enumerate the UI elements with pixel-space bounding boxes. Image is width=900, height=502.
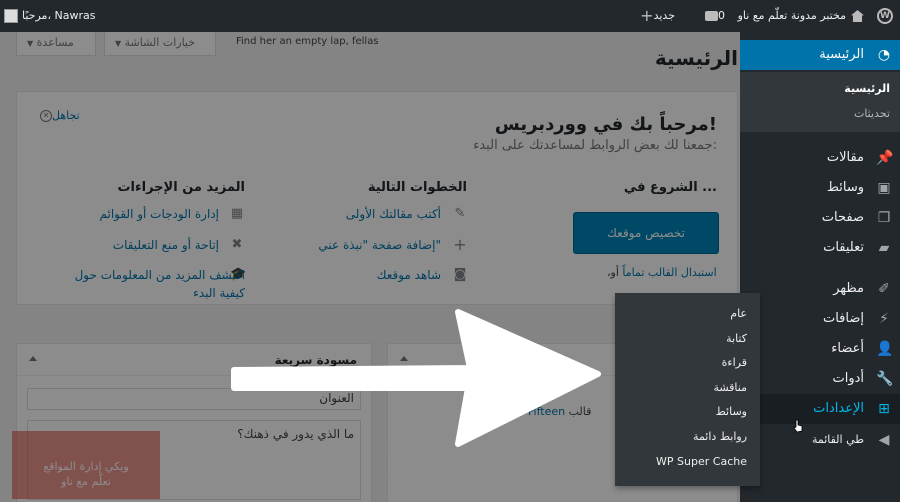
wp-logo-mark: W <box>877 8 893 24</box>
plugins-icon: ⚡ <box>879 311 889 327</box>
settings-flyout-menu: عام كتابة قراءة مناقشة وسائط روابط دائمة… <box>615 293 760 486</box>
wordpress-logo-icon[interactable]: W <box>874 0 896 32</box>
sidebar-item-label: صفحات <box>821 210 864 225</box>
sidebar-item-label: مقالات <box>826 150 864 165</box>
sidebar-item-media[interactable]: ▣ وسائط <box>740 173 900 203</box>
sidebar-item-comments[interactable]: ▰ تعليقات <box>740 233 900 263</box>
settings-permalinks-link[interactable]: روابط دائمة <box>693 430 747 443</box>
sidebar-item-plugins[interactable]: ⚡ إضافات <box>740 304 900 334</box>
users-icon: 👤 <box>876 341 894 357</box>
brush-icon: ✐ <box>878 281 890 297</box>
site-name-link[interactable]: مختبر مدونة تعلّم مع ناو <box>738 0 864 32</box>
sidebar-item-appearance[interactable]: ✐ مظهر <box>740 274 900 304</box>
greeting-label: مرحبًا، Nawras <box>22 9 96 22</box>
sidebar-item-pages[interactable]: ❐ صفحات <box>740 203 900 233</box>
media-icon: ▣ <box>877 180 891 196</box>
sidebar-item-label: الإعدادات <box>813 401 864 416</box>
sidebar-item-label: أعضاء <box>831 341 864 356</box>
sidebar-item-users[interactable]: 👤 أعضاء <box>740 334 900 364</box>
site-name-label: مختبر مدونة تعلّم مع ناو <box>737 9 846 22</box>
my-account-link[interactable]: مرحبًا، Nawras <box>4 0 95 32</box>
sidebar-item-label: أدوات <box>832 371 864 386</box>
settings-media-link[interactable]: وسائط <box>716 405 747 418</box>
sidebar-item-posts[interactable]: 📌 مقالات <box>740 143 900 173</box>
settings-wp-super-cache-link[interactable]: WP Super Cache <box>656 455 747 468</box>
comments-link[interactable]: 0 <box>699 0 725 32</box>
settings-general-link[interactable]: عام <box>730 307 747 320</box>
plus-icon: + <box>640 6 654 25</box>
comments-count: 0 <box>718 9 725 22</box>
hand-cursor-icon <box>793 419 803 433</box>
dashboard-icon: ◔ <box>877 47 891 63</box>
tools-icon: 🔧 <box>876 371 894 387</box>
dashboard-submenu: الرئيسية تحديثات <box>740 72 900 132</box>
new-label: جديد <box>653 9 675 22</box>
settings-icon: ⊞ <box>878 401 890 417</box>
sidebar-item-settings[interactable]: ⊞ الإعدادات <box>732 394 900 424</box>
sidebar-item-label: الرئيسية <box>819 47 864 62</box>
sidebar-item-dashboard[interactable]: ◔ الرئيسية <box>740 40 900 70</box>
home-icon <box>851 10 864 22</box>
settings-reading-link[interactable]: قراءة <box>722 356 747 369</box>
sidebar-collapse-menu[interactable]: ◀ طي القائمة <box>740 425 900 455</box>
sidebar-item-label: مظهر <box>833 281 864 296</box>
admin-bar: W مختبر مدونة تعلّم مع ناو 0 +جديد مرحبً… <box>0 0 900 32</box>
collapse-icon: ◀ <box>878 432 890 448</box>
annotation-arrow-icon <box>231 309 601 447</box>
settings-writing-link[interactable]: كتابة <box>726 332 747 345</box>
sidebar-item-tools[interactable]: 🔧 أدوات <box>740 364 900 394</box>
comments-icon: ▰ <box>878 240 890 256</box>
pages-icon: ❐ <box>877 210 891 226</box>
submenu-updates[interactable]: تحديثات <box>854 107 890 120</box>
new-content-link[interactable]: +جديد <box>636 0 675 32</box>
admin-sidebar: ◔ الرئيسية الرئيسية تحديثات 📌 مقالات ▣ وسائ… <box>732 32 900 502</box>
avatar <box>4 9 18 23</box>
submenu-home[interactable]: الرئيسية <box>844 82 890 95</box>
sidebar-item-label: وسائط <box>826 180 864 195</box>
sidebar-item-label: طي القائمة <box>811 433 864 446</box>
comment-bubble-icon <box>705 11 718 21</box>
sidebar-item-label: إضافات <box>822 311 864 326</box>
pin-icon: 📌 <box>876 150 894 166</box>
sidebar-item-label: تعليقات <box>823 240 864 255</box>
settings-discussion-link[interactable]: مناقشة <box>713 381 747 394</box>
